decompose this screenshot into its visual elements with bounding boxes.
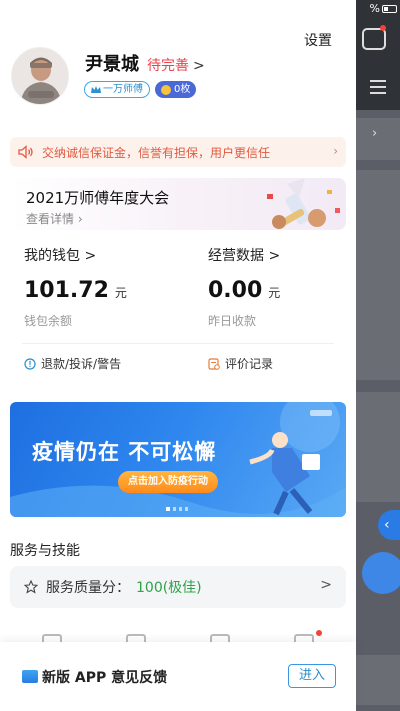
user-name: 尹景城 [85,54,139,75]
battery-percent: % [369,2,380,15]
wallet-balance-caption: 钱包余额 [24,314,73,328]
join-prevention-button[interactable]: 点击加入防疫行动 [118,471,218,493]
background-card [356,392,400,502]
chevron-right-icon: › [333,144,338,158]
background-app[interactable]: % › ‹ [356,0,400,711]
crown-icon [91,85,101,93]
conference-sword-illustration [267,178,340,229]
settings-button[interactable]: 设置 [304,30,332,50]
deposit-notice[interactable]: 交纳诚信保证金，信誉有担保，用户更信任 › [10,137,346,167]
coin-badge-label: 0枚 [174,84,191,95]
service-quality-score-row[interactable]: 服务质量分： 100(极佳) > [10,566,346,608]
background-card [356,118,400,160]
coin-badge[interactable]: 0枚 [155,81,197,98]
carousel-dot [166,507,170,511]
my-wallet-link[interactable]: 我的钱包 > [24,245,96,265]
score-value: 100(极佳) [136,580,202,596]
battery-icon [382,4,397,13]
annual-conference-card[interactable]: 2021万师傅年度大会 查看详情 › [10,178,346,230]
app-feedback-bar: 新版 APP 意见反馈 进入 [0,642,356,711]
services-section-title: 服务与技能 [10,543,80,559]
profile-badges: 一万师傅 0枚 [84,81,197,98]
info-icon [24,357,36,370]
rank-badge[interactable]: 一万师傅 [84,81,150,98]
unread-dot [316,630,322,636]
business-amount[interactable]: 0.00 元 [208,278,280,303]
conference-details-link[interactable]: 查看详情 › [26,210,83,227]
wallet-card: 我的钱包 > 101.72 元 钱包余额 经营数据 > 0.00 元 昨日收款 退款… [10,230,346,380]
enter-feedback-button[interactable]: 进入 [288,664,336,688]
chevron-right-icon: > [193,58,205,74]
speaker-icon [18,145,33,159]
background-card [356,170,400,380]
menu-icon[interactable] [370,80,386,98]
refund-complaint-label: 退款/投诉/警告 [41,357,122,371]
side-drawer: 设置 尹景城 待完善 > 一万师傅 0枚 交纳诚信保证金，信誉有担保，用户更信任… [0,0,356,711]
epidemic-prevention-banner[interactable]: 疫情仍在 不可松懈 点击加入防疫行动 [10,402,346,517]
notice-text: 交纳诚信保证金，信誉有担保，用户更信任 [42,145,271,160]
floating-action-button[interactable] [362,552,400,594]
carousel-dot [185,507,188,511]
message-icon[interactable] [362,28,386,50]
business-amount-value: 0.00 [208,278,263,303]
refund-complaint-link[interactable]: 退款/投诉/警告 [24,355,121,372]
score-label: 服务质量分： [46,580,130,596]
carousel-dot [173,507,176,511]
chevron-right-icon: › [372,126,378,141]
wallet-balance[interactable]: 101.72 元 [24,278,127,303]
feedback-icon [22,670,38,683]
star-icon [24,580,38,594]
wallet-unit: 元 [114,286,127,300]
avatar-worker-icon [12,48,68,104]
complete-profile-link[interactable]: 待完善 [147,55,189,75]
status-bar: % [370,2,397,15]
avatar[interactable] [11,47,69,105]
wallet-balance-value: 101.72 [24,278,109,303]
screen: % › ‹ 设置 尹景城 待完善 > 一万师傅 0枚 交纳诚信保证金，信誉有担保… [0,0,400,711]
feedback-text: 新版 APP 意见反馈 [42,669,168,686]
rank-badge-label: 一万师傅 [103,84,143,95]
business-data-link[interactable]: 经营数据 > [208,245,280,265]
collapse-tab-icon[interactable]: ‹ [378,510,400,540]
medal-icon [161,84,171,95]
business-caption: 昨日收款 [208,314,257,328]
conference-title: 2021万师傅年度大会 [26,189,170,207]
chevron-right-icon: > [320,577,332,593]
review-records-label: 评价记录 [225,357,274,371]
profile-name-row[interactable]: 尹景城 待完善 > [85,50,205,76]
review-icon [208,357,220,370]
review-records-link[interactable]: 评价记录 [208,355,273,372]
unread-dot [380,25,386,31]
carousel-indicator [166,507,188,511]
business-unit: 元 [268,286,281,300]
carousel-dot [179,507,182,511]
banner-title: 疫情仍在 不可松懈 [32,440,217,464]
divider [22,343,334,344]
background-card [356,655,400,705]
